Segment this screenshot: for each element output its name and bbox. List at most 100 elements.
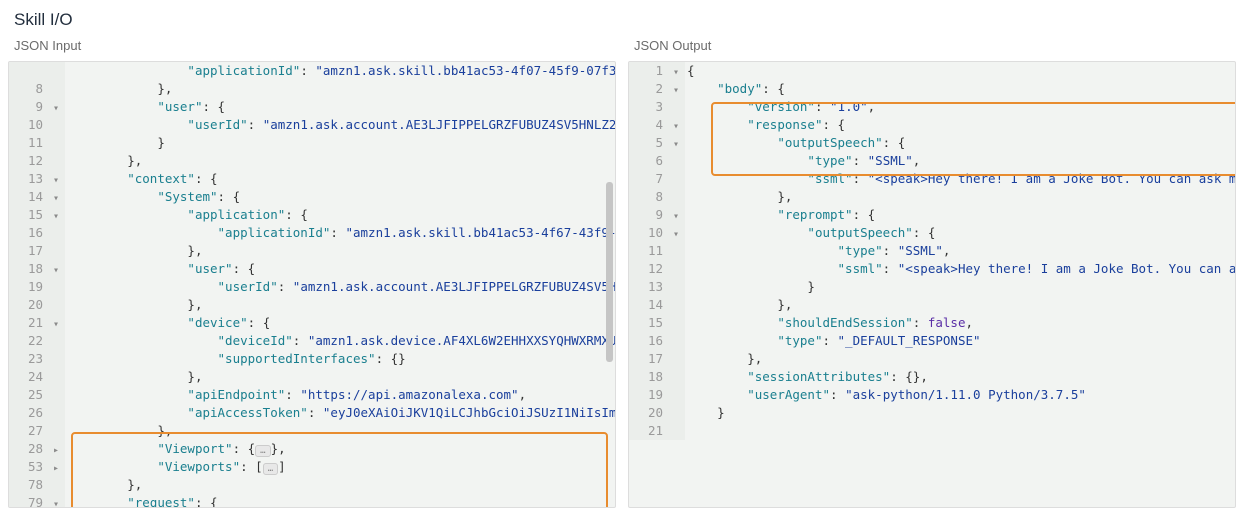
code-content: "ssml": "<speak>Hey there! I am a Joke B… <box>685 260 1235 278</box>
fold-arrow-icon[interactable]: ▾ <box>673 116 685 134</box>
code-line[interactable]: 8 }, <box>629 188 1235 206</box>
code-line[interactable]: 53▸ "Viewports": […] <box>9 458 615 476</box>
code-line[interactable]: 22 "deviceId": "amzn1.ask.device.AF4XL6W… <box>9 332 615 350</box>
code-content: "body": { <box>685 80 785 98</box>
json-input-editor[interactable]: "applicationId": "amzn1.ask.skill.bb41ac… <box>8 61 616 508</box>
code-content: "device": { <box>65 314 270 332</box>
fold-arrow-icon[interactable]: ▾ <box>53 206 65 224</box>
line-number: 14 <box>9 188 53 206</box>
code-line[interactable]: 4▾ "response": { <box>629 116 1235 134</box>
code-line[interactable]: 78 }, <box>9 476 615 494</box>
json-output-editor[interactable]: 1▾{2▾ "body": {3 "version": "1.0",4▾ "re… <box>628 61 1236 508</box>
code-line[interactable]: 18▾ "user": { <box>9 260 615 278</box>
code-content: }, <box>65 368 202 386</box>
fold-arrow-icon[interactable]: ▾ <box>673 80 685 98</box>
code-line[interactable]: 23 "supportedInterfaces": {} <box>9 350 615 368</box>
code-line[interactable]: 25 "apiEndpoint": "https://api.amazonale… <box>9 386 615 404</box>
line-number: 12 <box>629 260 673 278</box>
fold-arrow-icon <box>53 134 65 152</box>
code-line[interactable]: 8 }, <box>9 80 615 98</box>
code-line[interactable]: 3 "version": "1.0", <box>629 98 1235 116</box>
fold-arrow-icon <box>673 404 685 422</box>
code-line[interactable]: 16 "applicationId": "amzn1.ask.skill.bb4… <box>9 224 615 242</box>
fold-arrow-icon[interactable]: ▾ <box>53 170 65 188</box>
fold-arrow-icon <box>673 278 685 296</box>
fold-arrow-icon[interactable]: ▾ <box>673 62 685 80</box>
code-line[interactable]: 28▸ "Viewport": {…}, <box>9 440 615 458</box>
code-content: "userAgent": "ask-python/1.11.0 Python/3… <box>685 386 1086 404</box>
scrollbar-thumb[interactable] <box>606 182 613 362</box>
code-line[interactable]: 16 "type": "_DEFAULT_RESPONSE" <box>629 332 1235 350</box>
code-line[interactable]: 6 "type": "SSML", <box>629 152 1235 170</box>
fold-arrow-icon <box>673 260 685 278</box>
code-line[interactable]: 21 <box>629 422 1235 440</box>
fold-arrow-icon[interactable]: ▾ <box>53 314 65 332</box>
fold-arrow-icon <box>53 476 65 494</box>
line-number: 2 <box>629 80 673 98</box>
line-number: 14 <box>629 296 673 314</box>
code-line[interactable]: 5▾ "outputSpeech": { <box>629 134 1235 152</box>
line-number: 79 <box>9 494 53 508</box>
code-line[interactable]: 14 }, <box>629 296 1235 314</box>
code-line[interactable]: 9▾ "reprompt": { <box>629 206 1235 224</box>
code-line[interactable]: 79▾ "request": { <box>9 494 615 508</box>
fold-arrow-icon[interactable]: ▾ <box>53 98 65 116</box>
line-number: 13 <box>629 278 673 296</box>
code-content: "type": "SSML", <box>685 242 950 260</box>
code-line[interactable]: 20 } <box>629 404 1235 422</box>
code-line[interactable]: 17 }, <box>9 242 615 260</box>
fold-arrow-icon[interactable]: ▾ <box>673 134 685 152</box>
code-line[interactable]: 27 }, <box>9 422 615 440</box>
code-line[interactable]: 11 "type": "SSML", <box>629 242 1235 260</box>
code-line[interactable]: 10▾ "outputSpeech": { <box>629 224 1235 242</box>
code-line[interactable]: 15 "shouldEndSession": false, <box>629 314 1235 332</box>
code-line[interactable]: 21▾ "device": { <box>9 314 615 332</box>
code-content: } <box>65 134 165 152</box>
line-number: 3 <box>629 98 673 116</box>
code-line[interactable]: 20 }, <box>9 296 615 314</box>
code-line[interactable]: 18 "sessionAttributes": {}, <box>629 368 1235 386</box>
line-number: 6 <box>629 152 673 170</box>
code-content: "Viewport": {…}, <box>65 440 286 458</box>
fold-arrow-icon[interactable]: ▸ <box>53 440 65 458</box>
fold-arrow-icon[interactable]: ▾ <box>673 224 685 242</box>
line-number: 18 <box>629 368 673 386</box>
code-line[interactable]: 24 }, <box>9 368 615 386</box>
code-line[interactable]: 7 "ssml": "<speak>Hey there! I am a Joke… <box>629 170 1235 188</box>
fold-arrow-icon[interactable]: ▸ <box>53 458 65 476</box>
line-number: 17 <box>9 242 53 260</box>
code-line[interactable]: "applicationId": "amzn1.ask.skill.bb41ac… <box>9 62 615 80</box>
code-line[interactable]: 12 "ssml": "<speak>Hey there! I am a Jok… <box>629 260 1235 278</box>
fold-arrow-icon <box>53 152 65 170</box>
fold-arrow-icon[interactable]: ▾ <box>53 494 65 508</box>
code-line[interactable]: 19 "userAgent": "ask-python/1.11.0 Pytho… <box>629 386 1235 404</box>
code-line[interactable]: 13▾ "context": { <box>9 170 615 188</box>
code-line[interactable]: 17 }, <box>629 350 1235 368</box>
fold-arrow-icon[interactable]: ▾ <box>53 188 65 206</box>
code-content: }, <box>65 422 172 440</box>
code-line[interactable]: 14▾ "System": { <box>9 188 615 206</box>
fold-arrow-icon <box>673 242 685 260</box>
line-number: 53 <box>9 458 53 476</box>
line-number: 19 <box>629 386 673 404</box>
code-line[interactable]: 1▾{ <box>629 62 1235 80</box>
fold-arrow-icon <box>53 62 65 80</box>
fold-arrow-icon <box>673 350 685 368</box>
code-content: "application": { <box>65 206 308 224</box>
code-line[interactable]: 12 }, <box>9 152 615 170</box>
code-line[interactable]: 26 "apiAccessToken": "eyJ0eXAiOiJKV1QiLC… <box>9 404 615 422</box>
code-line[interactable]: 19 "userId": "amzn1.ask.account.AE3LJFIP… <box>9 278 615 296</box>
code-line[interactable]: 15▾ "application": { <box>9 206 615 224</box>
code-line[interactable]: 11 } <box>9 134 615 152</box>
fold-arrow-icon[interactable]: ▾ <box>673 206 685 224</box>
code-line[interactable]: 2▾ "body": { <box>629 80 1235 98</box>
fold-arrow-icon <box>53 296 65 314</box>
fold-arrow-icon[interactable]: ▾ <box>53 260 65 278</box>
json-output-label: JSON Output <box>628 38 1236 61</box>
line-number: 15 <box>629 314 673 332</box>
code-line[interactable]: 10 "userId": "amzn1.ask.account.AE3LJFIP… <box>9 116 615 134</box>
fold-arrow-icon <box>673 368 685 386</box>
code-line[interactable]: 13 } <box>629 278 1235 296</box>
code-content: }, <box>685 188 792 206</box>
code-line[interactable]: 9▾ "user": { <box>9 98 615 116</box>
